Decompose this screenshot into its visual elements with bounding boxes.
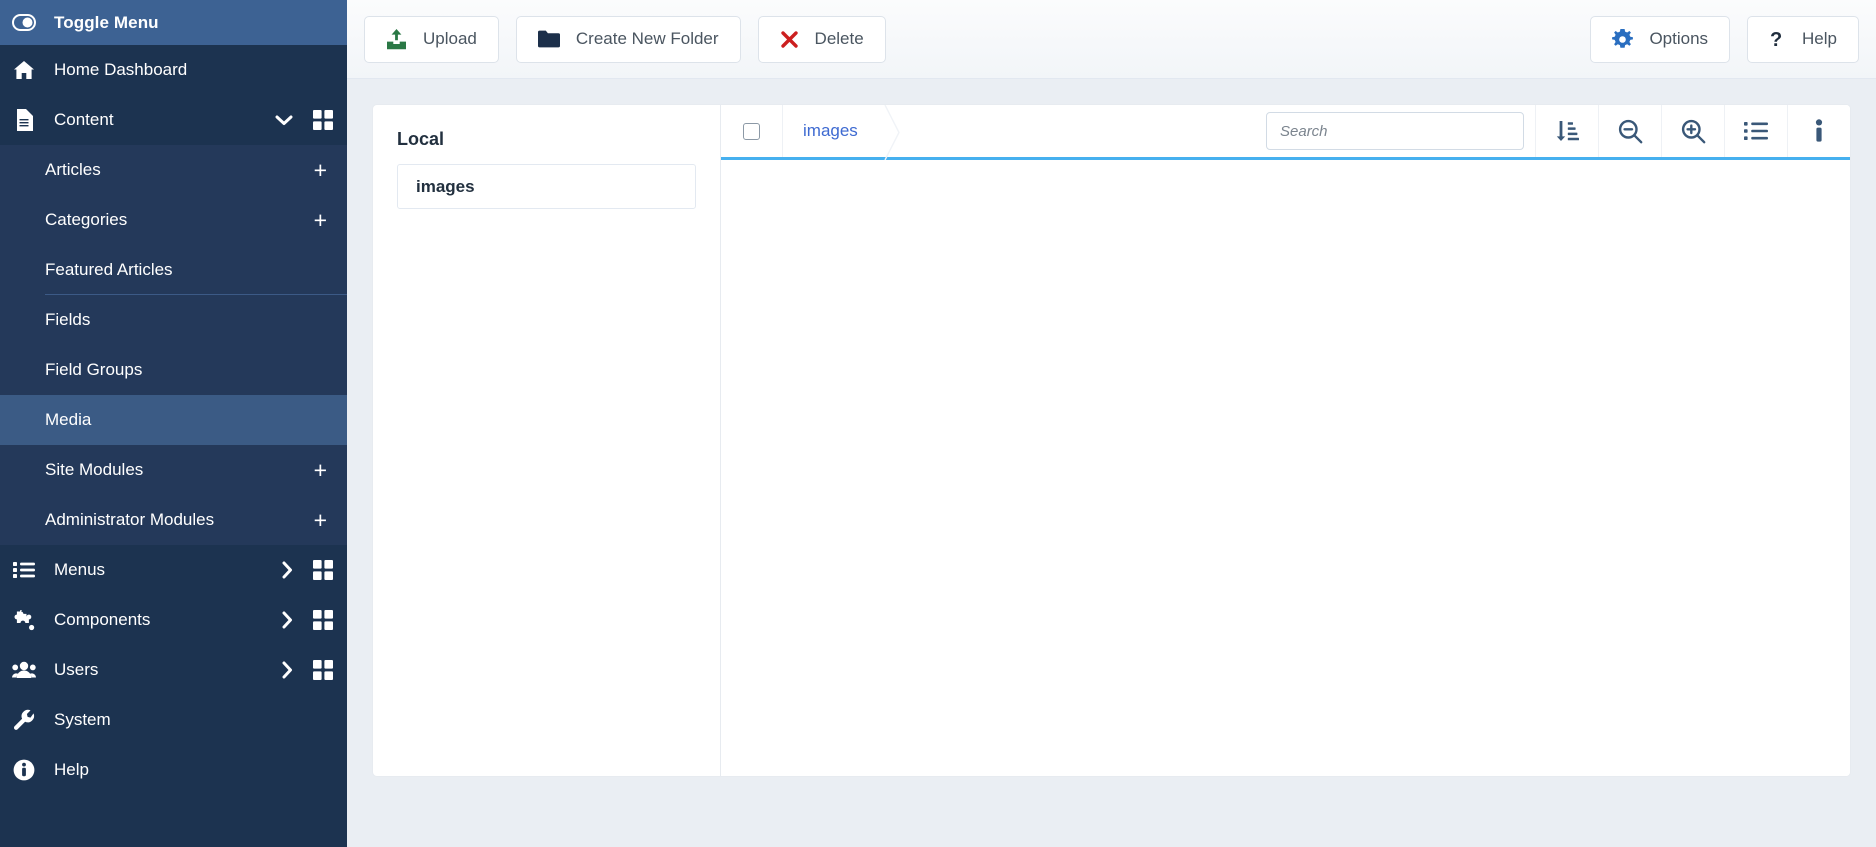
tree-item-label: images [416, 176, 475, 196]
list-icon [11, 559, 37, 581]
content-submenu: Articles + Categories + Featured Article… [0, 145, 347, 545]
info-circle-icon [11, 759, 37, 781]
sidebar-item-label: Featured Articles [45, 260, 173, 279]
sidebar-item-administrator-modules[interactable]: Administrator Modules + [0, 495, 347, 545]
create-new-folder-button[interactable]: Create New Folder [515, 15, 741, 63]
x-mark-icon [780, 30, 799, 49]
sidebar-item-field-groups[interactable]: Field Groups [0, 345, 347, 395]
search-cell [1266, 105, 1535, 157]
sidebar-item-label: Home Dashboard [54, 60, 188, 79]
sidebar-item-components[interactable]: Components [0, 595, 347, 645]
sidebar-item-categories[interactable]: Categories + [0, 195, 347, 245]
sidebar-item-label: Media [45, 410, 92, 429]
upload-label: Upload [423, 29, 477, 48]
sort-descending-icon[interactable] [1535, 105, 1598, 157]
content-area: Local images images [347, 79, 1876, 847]
search-input[interactable] [1266, 112, 1524, 150]
components-dashboard-grid-icon[interactable] [313, 610, 333, 630]
sidebar-item-help[interactable]: Help [0, 745, 347, 795]
chevron-right-icon[interactable] [281, 661, 293, 679]
media-browser-header: images [721, 105, 1850, 160]
sidebar-item-site-modules[interactable]: Site Modules + [0, 445, 347, 495]
sidebar-item-label: Articles [45, 160, 101, 179]
toggle-menu-button[interactable]: Toggle Menu [0, 0, 347, 45]
sidebar-item-label: Components [54, 610, 151, 629]
info-icon[interactable] [1787, 105, 1850, 157]
sidebar-item-label: Fields [45, 310, 91, 329]
svg-text:?: ? [1770, 29, 1782, 50]
sidebar-item-content[interactable]: Content [0, 95, 347, 145]
add-site-module-button[interactable]: + [314, 458, 327, 482]
sidebar-item-label: Users [54, 660, 99, 679]
help-button[interactable]: ? Help [1747, 15, 1859, 63]
users-dashboard-grid-icon[interactable] [313, 660, 333, 680]
media-browser-body[interactable] [721, 160, 1850, 776]
breadcrumb: images [783, 105, 1266, 160]
zoom-in-icon[interactable] [1661, 105, 1724, 157]
zoom-out-icon[interactable] [1598, 105, 1661, 157]
sidebar-item-label: Help [54, 760, 89, 779]
toggle-menu-label: Toggle Menu [54, 12, 159, 32]
local-tree-panel: Local images [372, 104, 720, 777]
sidebar-item-fields[interactable]: Fields [0, 295, 347, 345]
add-category-button[interactable]: + [314, 208, 327, 232]
tree-panel-title: Local [397, 129, 445, 149]
delete-button[interactable]: Delete [757, 15, 886, 63]
sidebar-item-label: System [54, 710, 111, 729]
sidebar-item-label: Menus [54, 560, 106, 579]
sidebar-item-featured-articles[interactable]: Featured Articles [0, 245, 347, 295]
upload-icon [386, 28, 407, 50]
sidebar-item-home-dashboard[interactable]: Home Dashboard [0, 45, 347, 95]
toolbar: Upload Create New Folder Delete Options … [347, 0, 1876, 79]
home-icon [11, 59, 37, 81]
media-browser-panel: images [720, 104, 1851, 777]
list-view-icon[interactable] [1724, 105, 1787, 157]
breadcrumb-chevron-icon [883, 105, 903, 160]
sidebar: Toggle Menu Home Dashboard Content Artic… [0, 0, 347, 847]
main-area: Upload Create New Folder Delete Options … [347, 0, 1876, 847]
breadcrumb-item-images[interactable]: images [803, 121, 858, 141]
options-button[interactable]: Options [1590, 15, 1731, 63]
select-all-cell [721, 105, 783, 157]
upload-button[interactable]: Upload [364, 15, 499, 63]
delete-label: Delete [814, 29, 864, 48]
add-administrator-module-button[interactable]: + [314, 508, 327, 532]
question-mark-icon: ? [1769, 29, 1786, 50]
folder-icon [537, 30, 560, 48]
sidebar-item-media[interactable]: Media [0, 395, 347, 445]
sidebar-item-label: Administrator Modules [45, 510, 215, 529]
gear-icon [1612, 28, 1634, 50]
add-article-button[interactable]: + [314, 158, 327, 182]
chevron-down-icon[interactable] [275, 114, 293, 126]
puzzle-icon [11, 609, 37, 631]
sidebar-item-menus[interactable]: Menus [0, 545, 347, 595]
sidebar-item-label: Site Modules [45, 460, 144, 479]
options-label: Options [1649, 29, 1709, 48]
sidebar-item-label: Content [54, 110, 114, 129]
sidebar-item-label: Categories [45, 210, 128, 229]
wrench-icon [11, 709, 37, 731]
toggle-switch-icon [11, 10, 37, 36]
help-label: Help [1802, 29, 1837, 48]
users-icon [11, 659, 37, 681]
toolbar-right-group: Options ? Help [1590, 15, 1859, 63]
chevron-right-icon[interactable] [281, 611, 293, 629]
document-icon [11, 109, 37, 131]
menus-dashboard-grid-icon[interactable] [313, 560, 333, 580]
sidebar-item-articles[interactable]: Articles + [0, 145, 347, 195]
create-new-folder-label: Create New Folder [575, 29, 719, 48]
sidebar-item-system[interactable]: System [0, 695, 347, 745]
select-all-checkbox[interactable] [743, 122, 760, 140]
chevron-right-icon[interactable] [281, 561, 293, 579]
content-dashboard-grid-icon[interactable] [313, 110, 333, 130]
sidebar-item-label: Field Groups [45, 360, 143, 379]
tree-item-images[interactable]: images [397, 164, 696, 209]
sidebar-item-users[interactable]: Users [0, 645, 347, 695]
